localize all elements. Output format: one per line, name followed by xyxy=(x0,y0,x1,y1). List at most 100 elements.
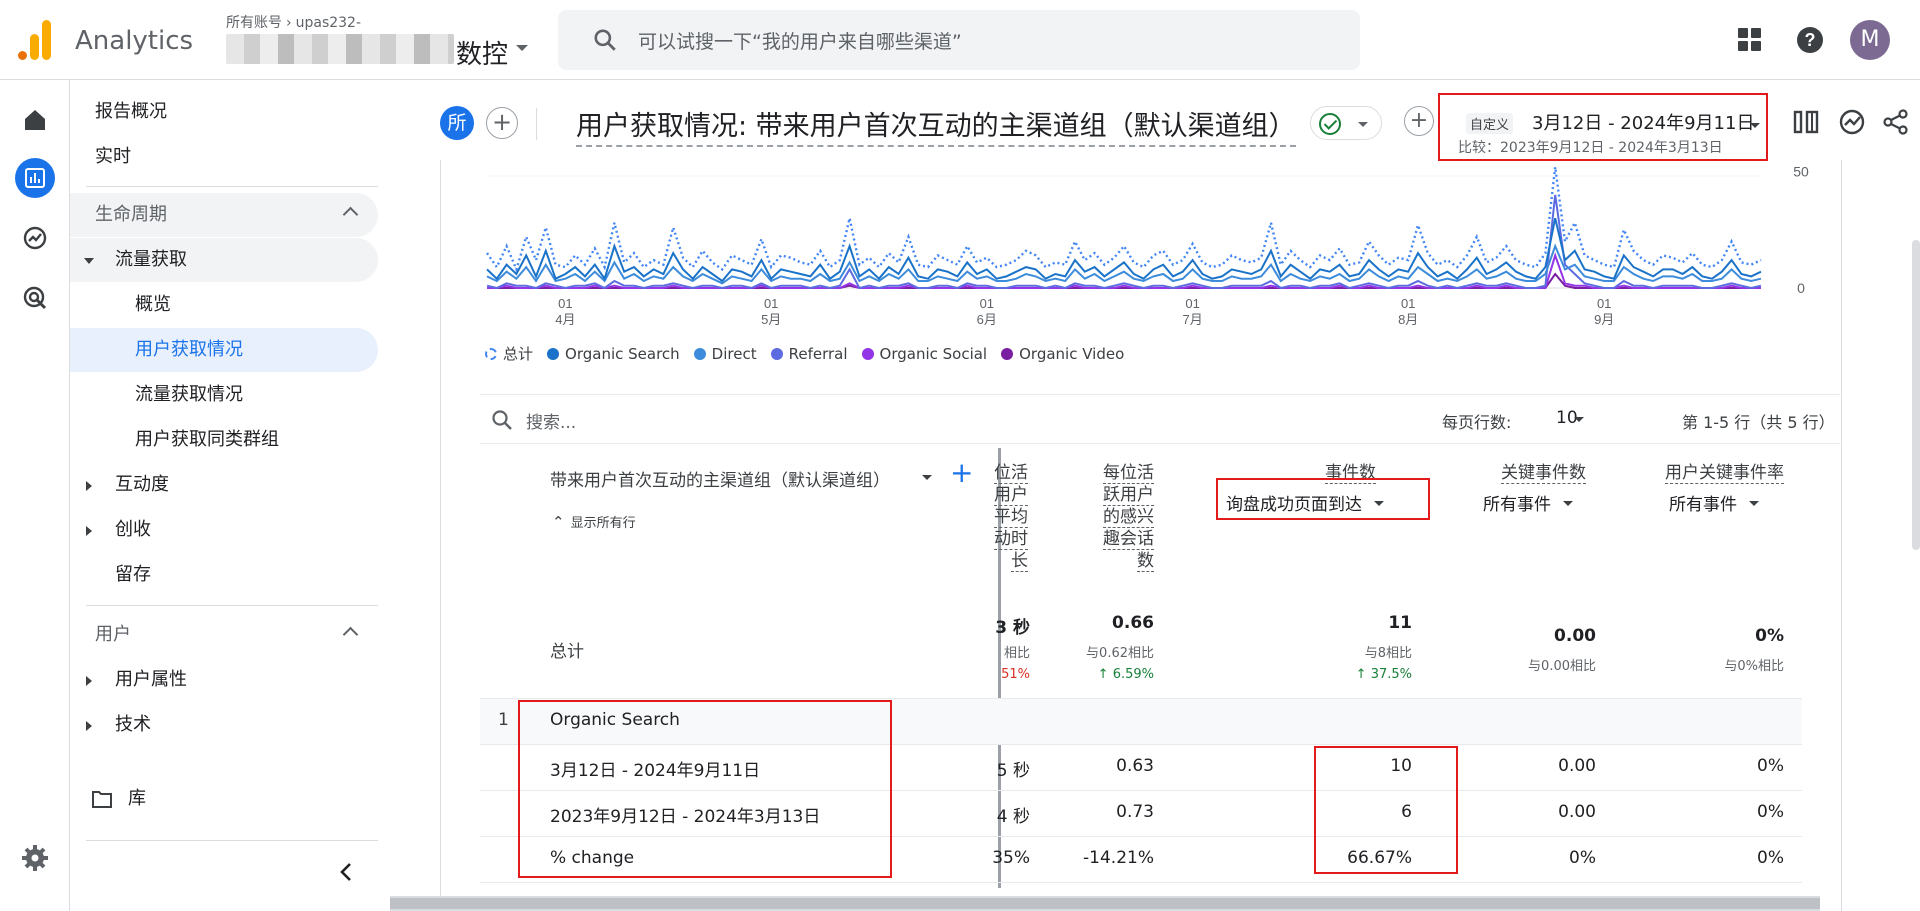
dimension-column-header[interactable]: 带来用户首次互动的主渠道组（默认渠道组） xyxy=(550,466,890,491)
nav-user-attributes[interactable]: 用户属性 xyxy=(70,658,378,702)
customize-report-icon[interactable] xyxy=(1790,106,1822,138)
nav-label: 创收 xyxy=(115,519,151,540)
show-all-rows-button[interactable]: ⌃ 显示所有行 xyxy=(552,512,636,531)
event-count-highlight xyxy=(1314,746,1458,874)
all-accounts-link[interactable]: 所有账号 xyxy=(226,15,282,31)
caret-right-icon xyxy=(86,721,92,731)
add-comparison-button[interactable]: + xyxy=(486,107,518,139)
time-series-chart[interactable]: 050014月015月016月017月018月019月 xyxy=(441,160,1843,340)
nav-acquisition[interactable]: 流量获取 xyxy=(70,238,378,282)
y-tick-label: 50 xyxy=(1793,164,1809,180)
x-tick-label: 9月 xyxy=(1594,312,1614,327)
date-range-picker[interactable]: 自定义 3月12日 - 2024年9月11日 比较：2023年9月12日 - 2… xyxy=(1438,93,1768,161)
col-header-user-key-event-rate[interactable]: 用户关键事件率 xyxy=(1638,462,1784,484)
nav-section-lifecycle[interactable]: 生命周期 xyxy=(70,193,378,237)
legend-swatch xyxy=(1001,348,1014,360)
reports-icon[interactable] xyxy=(15,158,55,198)
legend-item[interactable]: Organic Search xyxy=(547,345,680,363)
legend-item[interactable]: Referral xyxy=(770,345,848,363)
analytics-logo[interactable] xyxy=(18,20,52,60)
nav-retention[interactable]: 留存 xyxy=(70,553,378,597)
cell-avg-engagement: 35% xyxy=(992,848,1030,868)
nav-acq-overview[interactable]: 概览 xyxy=(70,283,378,327)
share-icon[interactable] xyxy=(1880,106,1912,138)
caret-down-icon[interactable] xyxy=(516,45,528,51)
legend-label: Organic Search xyxy=(565,345,680,363)
nav-monetization[interactable]: 创收 xyxy=(70,508,378,552)
left-rail xyxy=(0,80,70,911)
nav-engagement[interactable]: 互动度 xyxy=(70,463,378,507)
caret-down-icon xyxy=(1358,122,1368,127)
col-header-key-events[interactable]: 关键事件数 xyxy=(1450,462,1586,484)
cell-sessions-per-user: 0.63 xyxy=(1116,756,1154,776)
caret-down-icon xyxy=(1749,501,1759,506)
date-custom-badge: 自定义 xyxy=(1466,113,1514,134)
legend-item[interactable]: Organic Social xyxy=(861,345,987,363)
settings-gear-icon[interactable] xyxy=(15,838,55,878)
add-filter-button[interactable]: + xyxy=(1404,106,1434,136)
cell-key-events: 0.00 xyxy=(1558,756,1596,776)
help-icon[interactable]: ? xyxy=(1792,22,1828,58)
header-label-line: 动时 xyxy=(994,529,1028,550)
legend-swatch xyxy=(770,348,783,360)
col-header-sessions-per-user[interactable]: 每位活 跃用户 的感兴 趣会话数 xyxy=(1092,462,1154,572)
date-range: 3月12日 - 2024年9月11日 xyxy=(1532,113,1755,134)
caret-down-icon[interactable] xyxy=(922,475,932,480)
nav-report-overview[interactable]: 报告概况 xyxy=(70,90,378,134)
advertising-icon[interactable] xyxy=(15,278,55,318)
legend-item[interactable]: 总计 xyxy=(485,343,533,364)
search-input[interactable]: 可以试搜一下“我的用户来自哪些渠道” xyxy=(638,27,962,54)
cell-sessions-per-user: 0.73 xyxy=(1116,802,1154,822)
property-selector[interactable]: 数控 xyxy=(456,34,508,71)
nav-label: 概览 xyxy=(135,294,171,315)
legend-item[interactable]: Direct xyxy=(693,345,757,363)
nav-traffic-acquisition[interactable]: 流量获取情况 xyxy=(70,373,378,417)
caret-down-icon[interactable] xyxy=(1574,417,1584,422)
x-tick-label: 01 xyxy=(558,296,572,311)
nav-label: 流量获取 xyxy=(115,249,187,270)
nav-label: 实时 xyxy=(95,146,131,167)
comparison-chip-all[interactable]: 所 xyxy=(440,106,474,140)
row-divider xyxy=(480,882,1802,883)
total-key-events: 0.00 xyxy=(1554,626,1596,646)
add-dimension-button[interactable]: + xyxy=(950,456,973,489)
col-header-avg-engagement[interactable]: 位活 用户 平均 动时长 xyxy=(992,462,1028,572)
account-breadcrumb[interactable]: 所有账号 › upas232- xyxy=(226,12,361,32)
apps-grid-icon[interactable] xyxy=(1732,22,1768,58)
page-title[interactable]: 用户获取情况: 带来用户首次互动的主渠道组（默认渠道组） xyxy=(576,104,1296,147)
key-event-rate-filter-dropdown[interactable]: 所有事件 xyxy=(1669,490,1759,515)
horizontal-scrollbar[interactable] xyxy=(390,896,1820,911)
folder-icon xyxy=(92,791,112,808)
key-events-filter-dropdown[interactable]: 所有事件 xyxy=(1483,490,1573,515)
nav-realtime[interactable]: 实时 xyxy=(70,135,378,179)
nav-label: 用户获取同类群组 xyxy=(135,429,279,450)
check-circle-icon xyxy=(1319,113,1341,135)
cell-user-key-event-rate: 0% xyxy=(1757,802,1784,822)
explore-icon[interactable] xyxy=(15,218,55,258)
vertical-scrollbar[interactable] xyxy=(1912,240,1920,550)
collapse-nav-icon[interactable] xyxy=(338,862,354,882)
search-icon xyxy=(492,410,512,430)
total-event-count: 11 xyxy=(1388,613,1412,633)
x-tick-label: 5月 xyxy=(761,312,781,327)
totals-label: 总计 xyxy=(550,642,584,662)
nav-user-acquisition[interactable]: 用户获取情况 xyxy=(70,328,378,372)
avatar[interactable]: M xyxy=(1850,20,1890,60)
filter-status-chip[interactable] xyxy=(1310,106,1382,140)
scrollbar-thumb[interactable] xyxy=(390,898,1820,909)
event-count-filter-dropdown[interactable]: 询盘成功页面到达 xyxy=(1226,490,1384,515)
nav-label: 留存 xyxy=(115,564,151,585)
nav-tech[interactable]: 技术 xyxy=(70,703,378,747)
total-sessions-per-user-compare: 与0.62相比 xyxy=(1086,646,1154,661)
table-search-input[interactable]: 搜索... xyxy=(526,408,576,433)
legend-label: Organic Video xyxy=(1019,345,1125,363)
channel-rows-highlight xyxy=(518,700,892,878)
legend-item[interactable]: Organic Video xyxy=(1001,345,1124,363)
nav-user-acq-cohort[interactable]: 用户获取同类群组 xyxy=(70,418,378,462)
search-bar[interactable]: 可以试搜一下“我的用户来自哪些渠道” xyxy=(558,10,1360,70)
insights-icon[interactable] xyxy=(1836,106,1868,138)
nav-library[interactable]: 库 xyxy=(70,777,378,821)
home-icon[interactable] xyxy=(15,100,55,140)
nav-section-user[interactable]: 用户 xyxy=(70,613,378,657)
series-line xyxy=(486,166,1762,273)
